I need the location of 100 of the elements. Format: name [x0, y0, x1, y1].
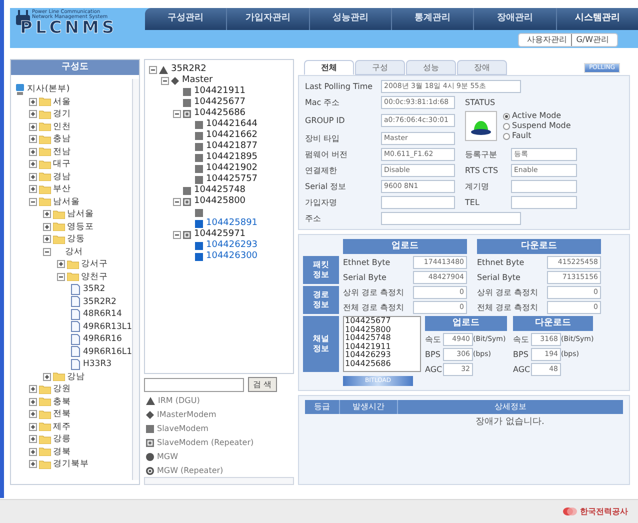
collapse-icon[interactable] — [57, 272, 65, 281]
tree-item[interactable]: 104421877 — [206, 140, 258, 154]
tree-item[interactable]: 강원 — [53, 384, 71, 394]
nav-tab[interactable]: 시스템관리 — [556, 8, 638, 30]
tree-item[interactable]: 강서구 — [81, 259, 108, 270]
expand-icon[interactable] — [43, 235, 51, 244]
nav-tab[interactable]: 장애관리 — [473, 8, 556, 30]
scrollbar[interactable] — [132, 79, 139, 480]
tree-item[interactable]: 104425971 — [194, 228, 246, 242]
tab[interactable]: 성능 — [406, 60, 456, 75]
collapse-icon[interactable] — [173, 230, 181, 238]
tree-item[interactable]: 104421911 — [194, 84, 246, 98]
list-item[interactable]: 104425800 — [345, 326, 419, 334]
tree-item[interactable]: 강릉 — [53, 434, 71, 444]
expand-icon[interactable] — [29, 172, 37, 181]
tree-item[interactable]: 경기 — [53, 109, 71, 120]
expand-icon[interactable] — [29, 398, 37, 406]
expand-icon[interactable] — [43, 372, 51, 381]
tree-item[interactable]: 104421895 — [206, 150, 258, 164]
nav-tab[interactable]: 가입자관리 — [226, 8, 309, 30]
tab[interactable]: 구성 — [355, 60, 405, 75]
tree-item[interactable]: 경남 — [53, 172, 71, 182]
tree-item[interactable]: 35R2R2 — [83, 296, 116, 307]
tree-item[interactable]: 104426293 — [206, 238, 258, 252]
radio-button[interactable] — [503, 112, 510, 120]
tree-item[interactable]: 인천 — [53, 122, 71, 132]
tree-item[interactable]: 35R2 — [83, 284, 106, 294]
expand-icon[interactable] — [29, 160, 37, 168]
tab[interactable]: 장애 — [457, 60, 507, 75]
collapse-icon[interactable] — [161, 76, 169, 84]
search-field[interactable] — [144, 378, 244, 392]
tree-item[interactable]: 35R2R2 — [171, 62, 206, 76]
expand-icon[interactable] — [43, 222, 51, 231]
tree-item[interactable]: 104426300 — [206, 250, 258, 264]
tree-item[interactable]: 강남 — [67, 372, 85, 382]
collapse-icon[interactable] — [149, 66, 157, 74]
expand-icon[interactable] — [29, 98, 37, 106]
tree-item[interactable]: 104421662 — [206, 128, 258, 142]
collapse-icon[interactable] — [173, 198, 181, 206]
tree-item[interactable]: 104425748 — [194, 184, 246, 198]
text-field[interactable] — [381, 196, 455, 209]
text-field[interactable] — [511, 196, 577, 209]
text-field[interactable] — [511, 180, 577, 193]
list-item[interactable]: 104425677 — [345, 317, 419, 326]
list-item[interactable]: 104425686 — [345, 360, 419, 368]
tree-item[interactable]: Master — [182, 74, 213, 88]
nav-tab[interactable]: 통계관리 — [390, 8, 474, 30]
tree-item[interactable]: 48R6R14 — [83, 309, 122, 320]
scrollbar[interactable] — [144, 477, 294, 485]
tree-item[interactable]: 강동 — [67, 234, 85, 244]
text-field[interactable] — [381, 212, 521, 225]
search-button[interactable]: 검 색 — [248, 377, 277, 392]
tree-item[interactable]: 104425891 — [206, 216, 258, 230]
expand-icon[interactable] — [29, 460, 37, 468]
tree-item[interactable]: 104425757 — [206, 172, 258, 186]
expand-icon[interactable] — [29, 385, 37, 394]
expand-icon[interactable] — [43, 210, 51, 218]
expand-icon[interactable] — [57, 260, 65, 268]
nav-tab[interactable]: 성능관리 — [308, 8, 391, 30]
tree-item[interactable]: 104425800 — [194, 194, 246, 208]
list-item[interactable]: 104425748 — [345, 334, 419, 342]
collapse-icon[interactable] — [43, 248, 51, 256]
tree-item[interactable]: 제주 — [53, 422, 71, 432]
tree-item[interactable]: 강서 — [65, 246, 83, 257]
tree-item[interactable]: 지사(본부) — [27, 84, 70, 94]
submenu-link[interactable]: 사용자관리 — [527, 34, 568, 46]
expand-icon[interactable] — [29, 422, 37, 431]
tree-item[interactable]: 남서울 — [53, 196, 80, 207]
tab[interactable]: 전체 — [304, 60, 354, 75]
tree-item[interactable]: 남서울 — [67, 209, 94, 220]
expand-icon[interactable] — [29, 410, 37, 418]
radio-button[interactable] — [503, 122, 510, 130]
expand-icon[interactable] — [29, 135, 37, 144]
tree-item[interactable]: H33R3 — [83, 359, 112, 370]
tree-item[interactable]: 경북 — [53, 446, 71, 457]
radio-button[interactable] — [503, 132, 510, 140]
collapse-icon[interactable] — [173, 110, 181, 118]
nav-tab[interactable]: 구성관리 — [145, 8, 226, 30]
tree-item[interactable]: 경기북부 — [53, 459, 89, 470]
tree-item[interactable]: 전남 — [53, 146, 71, 157]
tree-item[interactable]: 49R6R13L1 — [83, 322, 132, 332]
tree-item[interactable]: 전북 — [53, 409, 71, 420]
list-item[interactable]: 104421911 — [345, 342, 419, 351]
expand-icon[interactable] — [29, 185, 37, 194]
tree-item[interactable]: 부산 — [53, 184, 71, 194]
tree-item[interactable]: 충북 — [53, 396, 71, 407]
tree-item[interactable]: 영등포 — [67, 222, 94, 232]
expand-icon[interactable] — [29, 110, 37, 118]
tree-item[interactable]: 서울 — [53, 96, 71, 107]
expand-icon[interactable] — [29, 435, 37, 444]
tree-item[interactable]: 양천구 — [81, 272, 108, 282]
collapse-icon[interactable] — [29, 198, 37, 206]
tree-item[interactable]: 104421644 — [206, 118, 258, 132]
tree-item[interactable]: 104425686 — [194, 106, 246, 120]
expand-icon[interactable] — [29, 448, 37, 456]
expand-icon[interactable] — [29, 148, 37, 156]
modem-list[interactable]: 104425677 104425800 104425748 104421911 104426293 104425686 — [343, 316, 421, 372]
tree-item[interactable]: 49R6R16L1 — [83, 346, 132, 357]
tree-item[interactable]: 104425677 — [194, 96, 246, 110]
list-item[interactable]: 104426293 — [345, 351, 419, 360]
